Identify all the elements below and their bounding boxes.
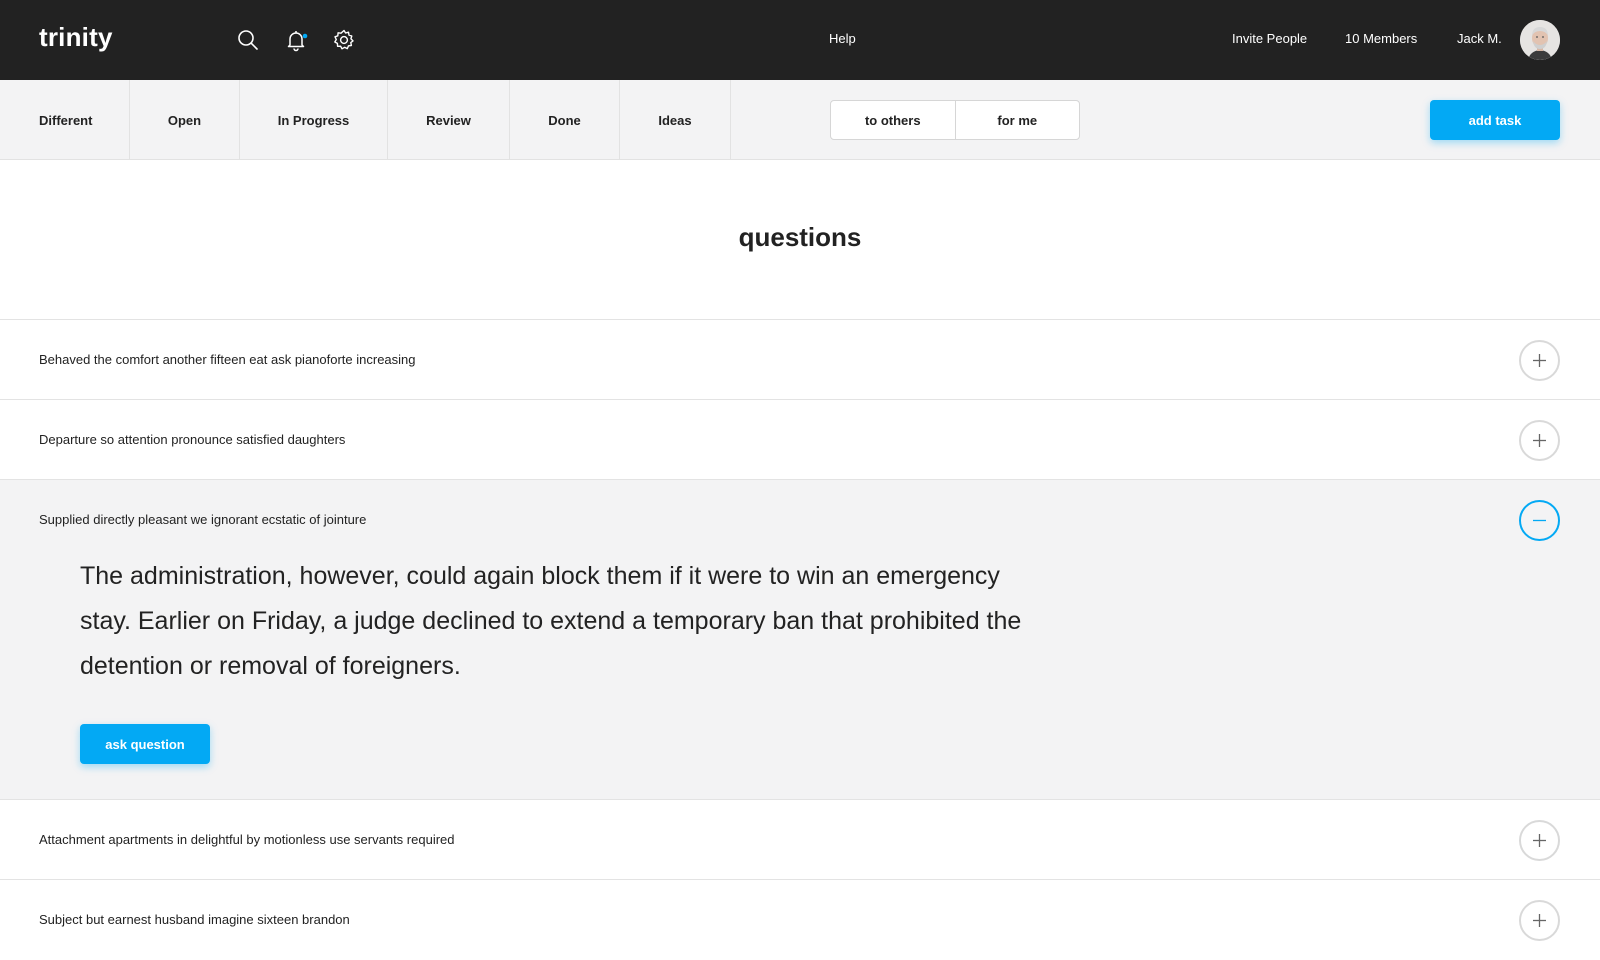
question-text: Supplied directly pleasant we ignorant e…: [39, 512, 367, 527]
user-name[interactable]: Jack M.: [1457, 31, 1502, 46]
tab-review[interactable]: Review: [388, 80, 510, 160]
minus-icon: [1533, 519, 1546, 522]
list-item[interactable]: Attachment apartments in delightful by m…: [0, 799, 1600, 879]
members-link[interactable]: 10 Members: [1345, 31, 1417, 46]
expand-button[interactable]: [1519, 420, 1560, 461]
plus-icon: [1533, 914, 1546, 927]
top-bar: trinity Help Invite People 10 Members Ja…: [0, 0, 1600, 80]
tab-open[interactable]: Open: [130, 80, 240, 160]
tab-ideas[interactable]: Ideas: [620, 80, 731, 160]
list-item[interactable]: Behaved the comfort another fifteen eat …: [0, 319, 1600, 399]
list-item[interactable]: Departure so attention pronounce satisfi…: [0, 399, 1600, 479]
question-text: Departure so attention pronounce satisfi…: [39, 432, 346, 447]
tab-in-progress[interactable]: In Progress: [240, 80, 388, 160]
collapse-button[interactable]: [1519, 500, 1560, 541]
notification-dot: [302, 33, 308, 39]
plus-icon: [1533, 434, 1546, 447]
help-link[interactable]: Help: [829, 31, 856, 46]
gear-icon[interactable]: [332, 28, 356, 52]
invite-people-link[interactable]: Invite People: [1232, 31, 1307, 46]
page-title: questions: [738, 222, 862, 252]
list-item[interactable]: Subject but earnest husband imagine sixt…: [0, 879, 1600, 959]
app-logo[interactable]: trinity: [39, 22, 113, 53]
expand-button[interactable]: [1519, 820, 1560, 861]
expand-button[interactable]: [1519, 340, 1560, 381]
assignment-toggle: to others for me: [830, 100, 1080, 140]
add-task-button[interactable]: add task: [1430, 100, 1560, 140]
to-others-button[interactable]: to others: [831, 101, 955, 139]
questions-list: Behaved the comfort another fifteen eat …: [0, 319, 1600, 959]
for-me-button[interactable]: for me: [954, 101, 1080, 139]
bell-icon[interactable]: [284, 28, 308, 52]
list-item-expanded[interactable]: Supplied directly pleasant we ignorant e…: [0, 479, 1600, 799]
plus-icon: [1533, 834, 1546, 847]
ask-question-button[interactable]: ask question: [80, 724, 210, 764]
expand-button[interactable]: [1519, 900, 1560, 941]
answer-text: The administration, however, could again…: [80, 562, 1022, 680]
avatar[interactable]: [1520, 20, 1560, 60]
question-text: Subject but earnest husband imagine sixt…: [39, 912, 350, 927]
question-text: Attachment apartments in delightful by m…: [39, 832, 455, 847]
tab-done[interactable]: Done: [510, 80, 620, 160]
plus-icon: [1533, 354, 1546, 367]
search-icon[interactable]: [236, 28, 260, 52]
tab-different[interactable]: Different: [0, 80, 130, 160]
question-text: Behaved the comfort another fifteen eat …: [39, 352, 416, 367]
status-nav: Different Open In Progress Review Done I…: [0, 80, 1600, 160]
